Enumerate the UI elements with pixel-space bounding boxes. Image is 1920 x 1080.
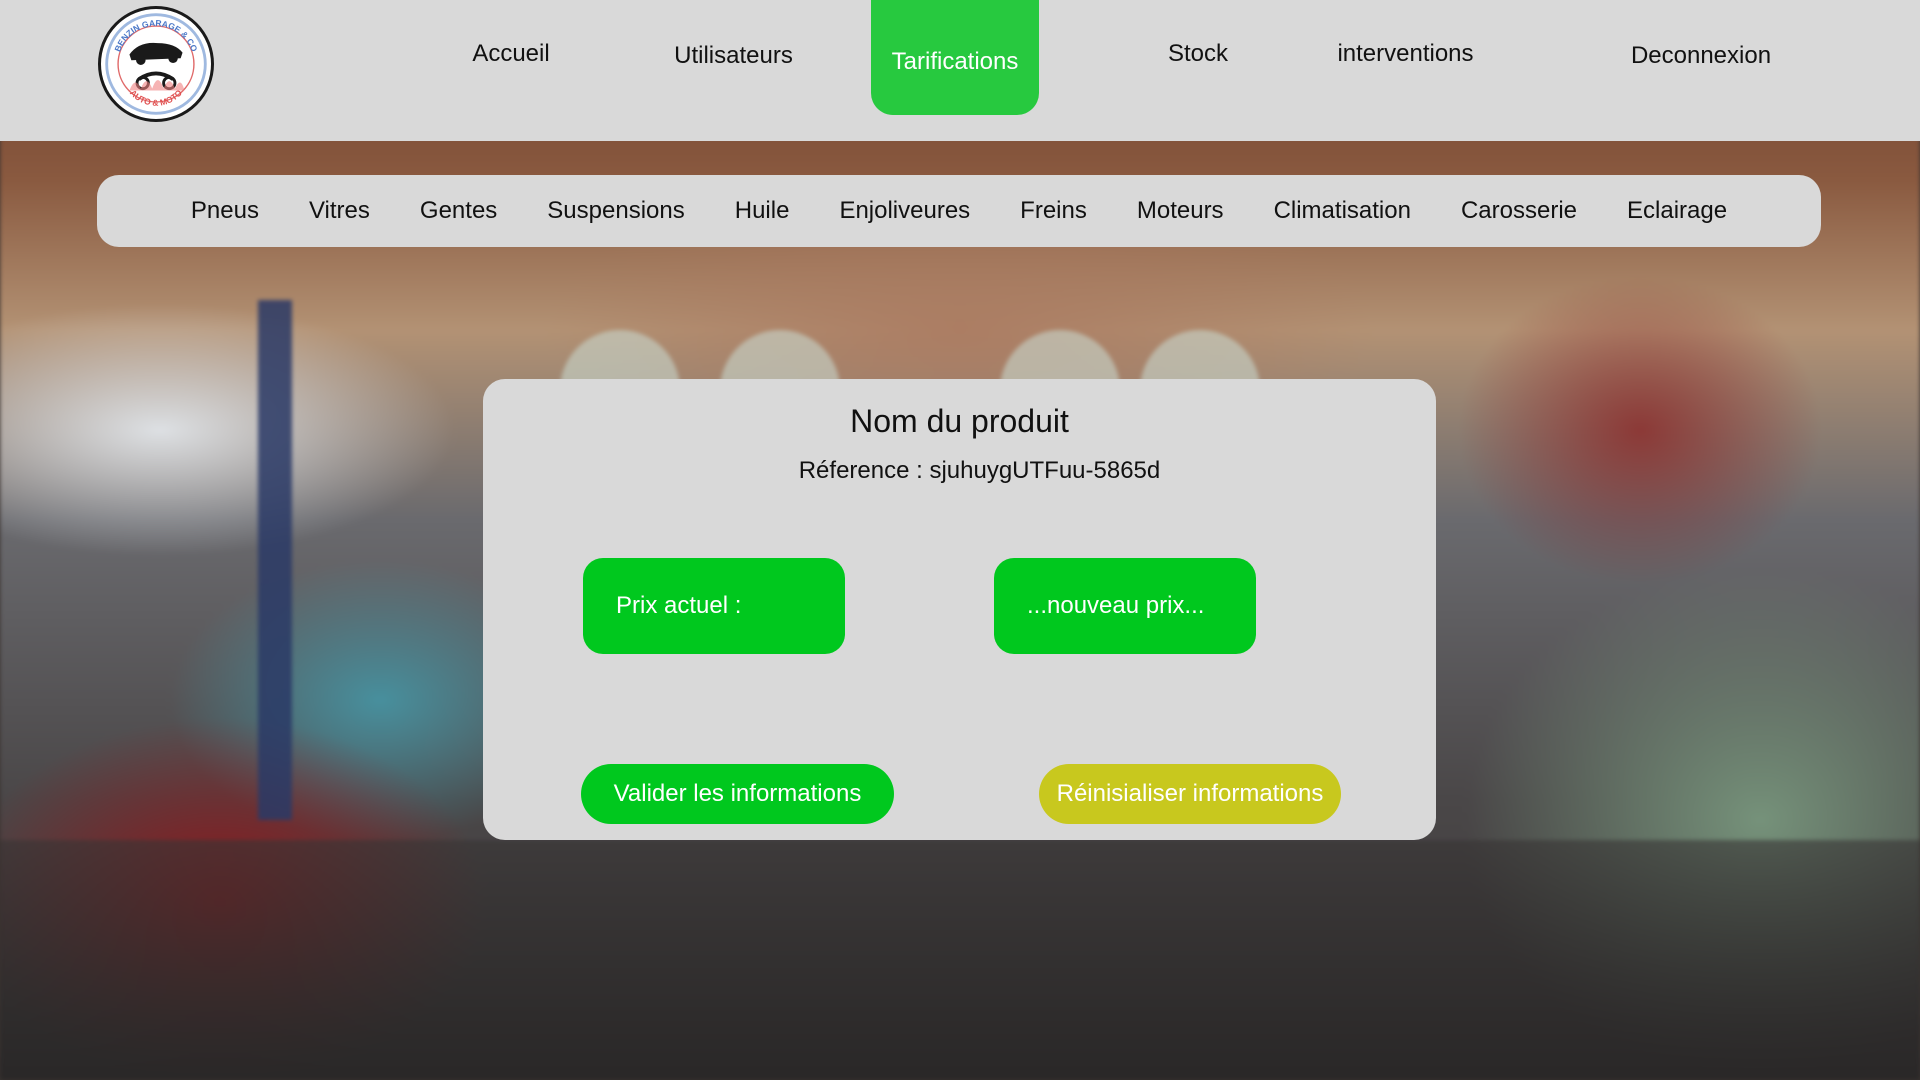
category-huile[interactable]: Huile bbox=[735, 197, 790, 225]
nav-accueil[interactable]: Accueil bbox=[446, 0, 576, 115]
product-title: Nom du produit bbox=[850, 403, 1069, 439]
nav-tarifications-label: Tarifications bbox=[891, 47, 1019, 75]
category-freins[interactable]: Freins bbox=[1020, 197, 1087, 225]
category-gentes[interactable]: Gentes bbox=[420, 197, 497, 225]
category-suspensions[interactable]: Suspensions bbox=[547, 197, 684, 225]
new-price-input[interactable] bbox=[994, 558, 1256, 654]
nav-interventions-label: interventions bbox=[1337, 39, 1474, 67]
category-moteurs[interactable]: Moteurs bbox=[1137, 197, 1224, 225]
nav-deconnexion[interactable]: Deconnexion bbox=[1612, 0, 1790, 115]
validate-button[interactable]: Valider les informations bbox=[581, 764, 894, 824]
nav-utilisateurs-label: Utilisateurs bbox=[674, 41, 793, 69]
product-reference: Réference : sjuhuygUTFuu-5865d bbox=[798, 457, 1161, 484]
nav-stock-label: Stock bbox=[1167, 39, 1229, 67]
top-navigation-bar: BENZIN GARAGE & CO AUTO & MOTO Accueil U… bbox=[0, 0, 1920, 141]
category-bar: Pneus Vitres Gentes Suspensions Huile En… bbox=[97, 175, 1821, 247]
category-eclairage[interactable]: Eclairage bbox=[1627, 197, 1727, 225]
garage-logo-icon: BENZIN GARAGE & CO AUTO & MOTO bbox=[105, 13, 207, 115]
nav-tarifications[interactable]: Tarifications bbox=[871, 0, 1039, 115]
category-vitres[interactable]: Vitres bbox=[309, 197, 370, 225]
reset-button[interactable]: Réinisialiser informations bbox=[1039, 764, 1341, 824]
background-floor bbox=[0, 840, 1920, 1080]
nav-deconnexion-label: Deconnexion bbox=[1630, 41, 1772, 69]
category-enjoliveures[interactable]: Enjoliveures bbox=[839, 197, 970, 225]
nav-stock[interactable]: Stock bbox=[1133, 0, 1263, 115]
background-lift-pillar bbox=[258, 300, 292, 820]
category-climatisation[interactable]: Climatisation bbox=[1274, 197, 1411, 225]
nav-interventions[interactable]: interventions bbox=[1318, 0, 1493, 115]
garage-logo[interactable]: BENZIN GARAGE & CO AUTO & MOTO bbox=[98, 6, 214, 122]
nav-utilisateurs[interactable]: Utilisateurs bbox=[651, 0, 816, 115]
nav-accueil-label: Accueil bbox=[472, 39, 550, 67]
category-pneus[interactable]: Pneus bbox=[191, 197, 259, 225]
current-price-box: Prix actuel : bbox=[583, 558, 845, 654]
category-carosserie[interactable]: Carosserie bbox=[1461, 197, 1577, 225]
product-price-card: Nom du produit Réference : sjuhuygUTFuu-… bbox=[483, 379, 1436, 840]
current-price-label: Prix actuel : bbox=[616, 592, 742, 619]
